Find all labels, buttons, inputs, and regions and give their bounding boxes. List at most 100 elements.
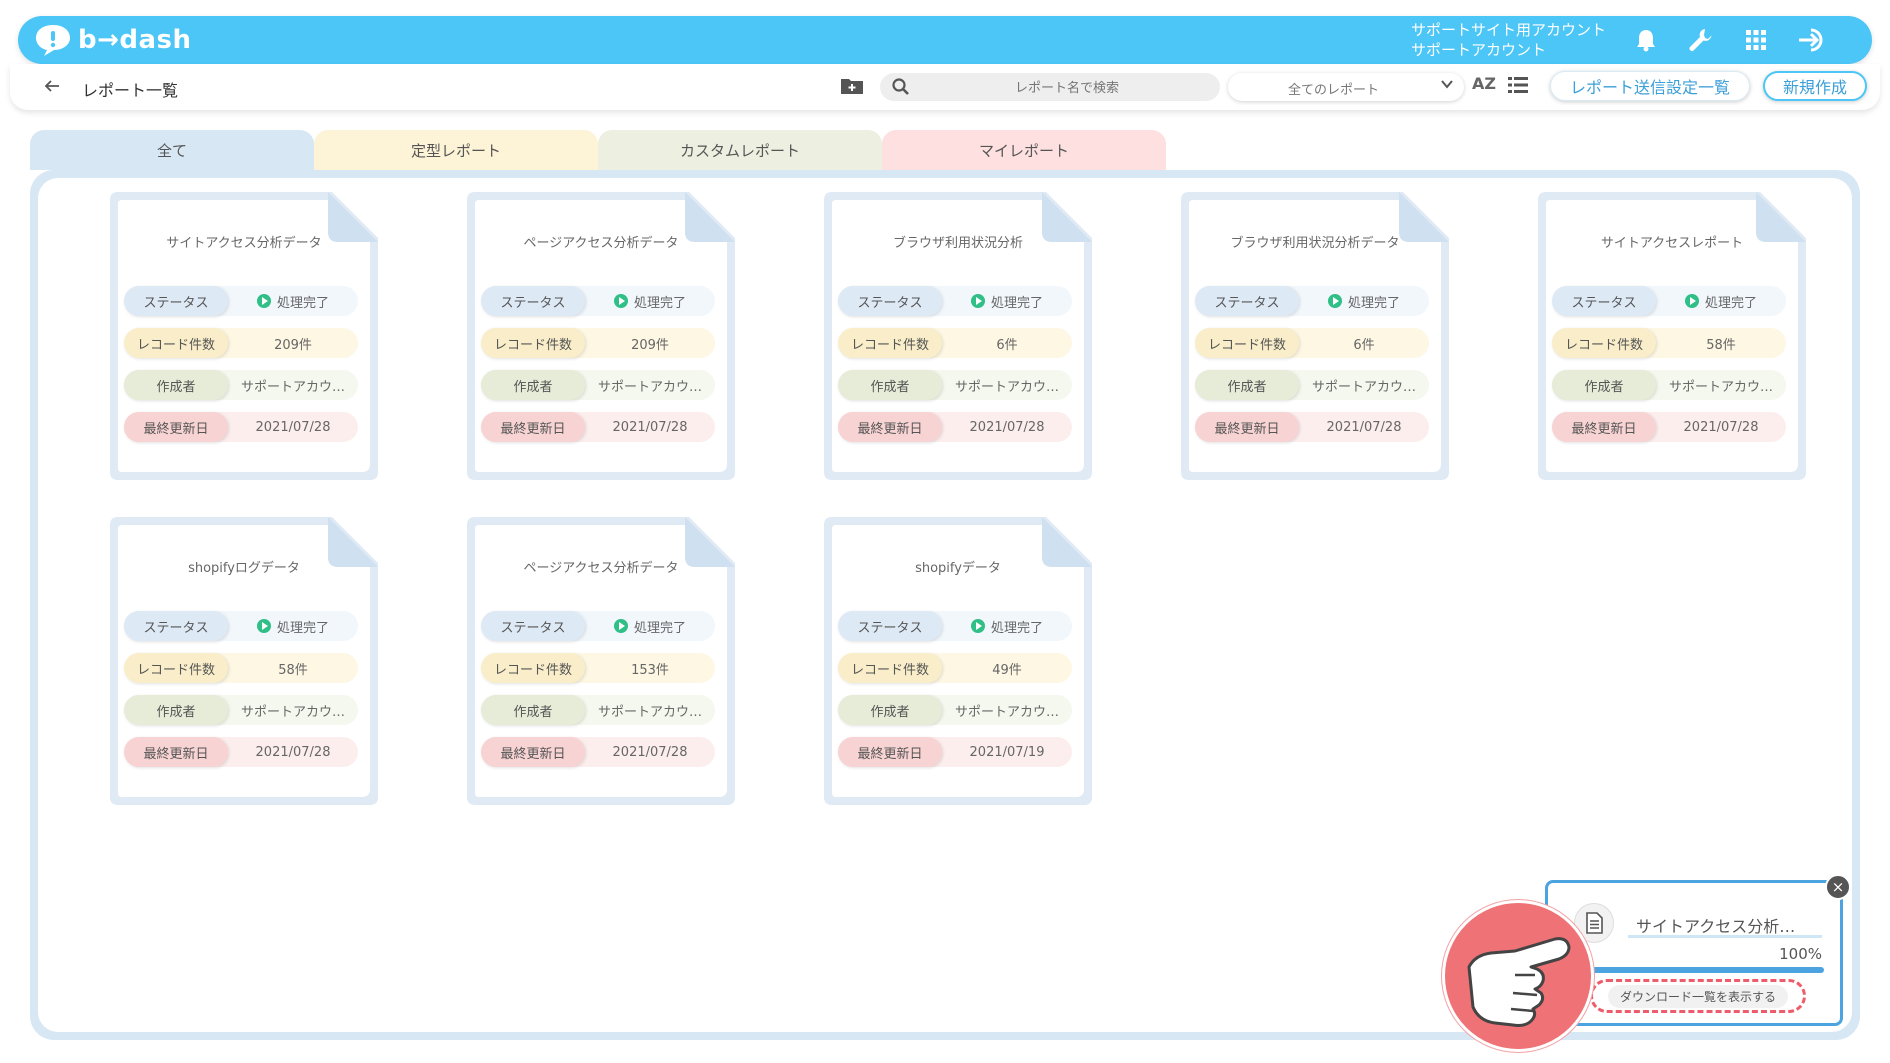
status-label: ステータス xyxy=(1552,286,1656,316)
status-row: ステータス 処理完了 xyxy=(124,286,358,316)
apps-grid-icon[interactable] xyxy=(1740,24,1772,56)
report-card[interactable]: ページアクセス分析データ ステータス 処理完了 レコード件数 153件 作成者 … xyxy=(463,513,739,809)
status-text: 処理完了 xyxy=(990,620,1043,636)
report-card[interactable]: ブラウザ利用状況分析 ステータス 処理完了 レコード件数 6件 作成者 サポート… xyxy=(820,188,1096,484)
bell-icon[interactable] xyxy=(1630,24,1662,56)
record-count-value: 209件 xyxy=(631,337,669,353)
report-card[interactable]: サイトアクセスレポート ステータス 処理完了 レコード件数 58件 作成者 サポ… xyxy=(1534,188,1810,484)
report-card[interactable]: ページアクセス分析データ ステータス 処理完了 レコード件数 209件 作成者 … xyxy=(463,188,739,484)
status-label: ステータス xyxy=(481,611,585,641)
record-count-value: 153件 xyxy=(631,662,669,678)
updated-date-label: 最終更新日 xyxy=(838,412,942,442)
play-status-icon xyxy=(970,619,985,633)
download-progress-text: 100% xyxy=(1779,945,1822,963)
updated-date-row: 最終更新日 2021/07/28 xyxy=(838,412,1072,442)
b-dash-logo[interactable]: b→dash xyxy=(34,22,192,58)
status-value: 処理完了 xyxy=(1299,286,1429,316)
list-view-icon[interactable] xyxy=(1508,76,1530,96)
report-title: ブラウザ利用状況分析データ xyxy=(1230,236,1400,251)
author-label: 作成者 xyxy=(838,370,942,400)
status-label: ステータス xyxy=(481,286,585,316)
status-text: 処理完了 xyxy=(990,295,1043,311)
search-box xyxy=(880,73,1220,103)
status-label: ステータス xyxy=(838,286,942,316)
status-text: 処理完了 xyxy=(1347,295,1400,311)
author-row: 作成者 サポートアカウ… xyxy=(124,370,358,400)
logo-text: b→dash xyxy=(78,25,192,55)
record-count-label: レコード件数 xyxy=(124,653,228,683)
status-value: 処理完了 xyxy=(1656,286,1786,316)
status-text: 処理完了 xyxy=(633,295,686,311)
report-title: ブラウザ利用状況分析 xyxy=(892,236,1023,251)
report-send-settings-button[interactable]: レポート送信設定一覧 xyxy=(1550,71,1750,101)
arrow-left-icon[interactable] xyxy=(40,74,64,98)
author-label: 作成者 xyxy=(838,695,942,725)
show-download-list-button[interactable]: ダウンロード一覧を表示する xyxy=(1590,979,1806,1013)
updated-date-row: 最終更新日 2021/07/28 xyxy=(481,737,715,767)
author-label: 作成者 xyxy=(124,695,228,725)
updated-date-value: 2021/07/28 xyxy=(255,744,331,760)
author-label: 作成者 xyxy=(124,370,228,400)
updated-date-row: 最終更新日 2021/07/28 xyxy=(1195,412,1429,442)
record-count-label: レコード件数 xyxy=(838,328,942,358)
new-report-button[interactable]: 新規作成 xyxy=(1763,71,1867,101)
record-count-label: レコード件数 xyxy=(124,328,228,358)
play-status-icon xyxy=(1684,294,1699,308)
status-label: ステータス xyxy=(838,611,942,641)
tab-standard-reports[interactable]: 定型レポート xyxy=(314,130,598,170)
logo-bubble-icon xyxy=(36,25,70,56)
wrench-icon[interactable] xyxy=(1684,24,1716,56)
updated-date-value: 2021/07/28 xyxy=(612,744,688,760)
status-row: ステータス 処理完了 xyxy=(838,286,1072,316)
record-count-value: 49件 xyxy=(992,662,1022,678)
account-info[interactable]: サポートサイト用アカウント サポートアカウント xyxy=(1411,20,1606,60)
author-row: 作成者 サポートアカウ… xyxy=(838,370,1072,400)
record-count-row: レコード件数 153件 xyxy=(481,653,715,683)
record-count-row: レコード件数 209件 xyxy=(124,328,358,358)
record-count-value: 6件 xyxy=(1353,337,1375,353)
chevron-down-icon xyxy=(1440,77,1454,95)
author-row: 作成者 サポートアカウ… xyxy=(1552,370,1786,400)
tab-all[interactable]: 全て xyxy=(30,130,314,170)
tab-my-reports[interactable]: マイレポート xyxy=(882,130,1166,170)
page-title: レポート一覧 xyxy=(82,81,179,100)
tab-custom-reports[interactable]: カスタムレポート xyxy=(598,130,882,170)
report-title: サイトアクセス分析データ xyxy=(166,236,322,251)
record-count-value: 209件 xyxy=(274,337,312,353)
search-input[interactable] xyxy=(920,73,1214,103)
status-text: 処理完了 xyxy=(633,620,686,636)
updated-date-row: 最終更新日 2021/07/28 xyxy=(124,412,358,442)
close-icon[interactable]: × xyxy=(1825,874,1851,900)
report-card[interactable]: サイトアクセス分析データ ステータス 処理完了 レコード件数 209件 作成者 … xyxy=(106,188,382,484)
updated-date-row: 最終更新日 2021/07/28 xyxy=(1552,412,1786,442)
report-card[interactable]: shopifyデータ ステータス 処理完了 レコード件数 49件 作成者 サポー… xyxy=(820,513,1096,809)
status-row: ステータス 処理完了 xyxy=(481,286,715,316)
folder-add-icon[interactable] xyxy=(840,76,864,98)
play-status-icon xyxy=(613,294,628,308)
divider xyxy=(1628,935,1822,938)
record-count-value: 6件 xyxy=(996,337,1018,353)
download-file-name: サイトアクセス分析… xyxy=(1636,917,1796,936)
record-count-label: レコード件数 xyxy=(1552,328,1656,358)
author-row: 作成者 サポートアカウ… xyxy=(838,695,1072,725)
status-row: ステータス 処理完了 xyxy=(1552,286,1786,316)
record-count-label: レコード件数 xyxy=(1195,328,1299,358)
updated-date-label: 最終更新日 xyxy=(124,412,228,442)
sort-az-button[interactable]: AZ xyxy=(1472,74,1498,100)
download-progress-bar xyxy=(1592,967,1824,973)
report-title: shopifyデータ xyxy=(915,561,1001,576)
updated-date-value: 2021/07/28 xyxy=(255,419,331,435)
author-row: 作成者 サポートアカウ… xyxy=(481,695,715,725)
status-value: 処理完了 xyxy=(942,611,1072,641)
report-card[interactable]: shopifyログデータ ステータス 処理完了 レコード件数 58件 作成者 サ… xyxy=(106,513,382,809)
report-filter-select[interactable]: 全てのレポート xyxy=(1228,73,1464,101)
logout-icon[interactable] xyxy=(1796,24,1828,56)
report-card[interactable]: ブラウザ利用状況分析データ ステータス 処理完了 レコード件数 6件 作成者 サ… xyxy=(1177,188,1453,484)
status-row: ステータス 処理完了 xyxy=(838,611,1072,641)
report-title: shopifyログデータ xyxy=(188,561,300,576)
record-count-label: レコード件数 xyxy=(481,653,585,683)
report-title: サイトアクセスレポート xyxy=(1600,236,1744,251)
author-label: 作成者 xyxy=(481,695,585,725)
status-text: 処理完了 xyxy=(1704,295,1757,311)
status-row: ステータス 処理完了 xyxy=(1195,286,1429,316)
